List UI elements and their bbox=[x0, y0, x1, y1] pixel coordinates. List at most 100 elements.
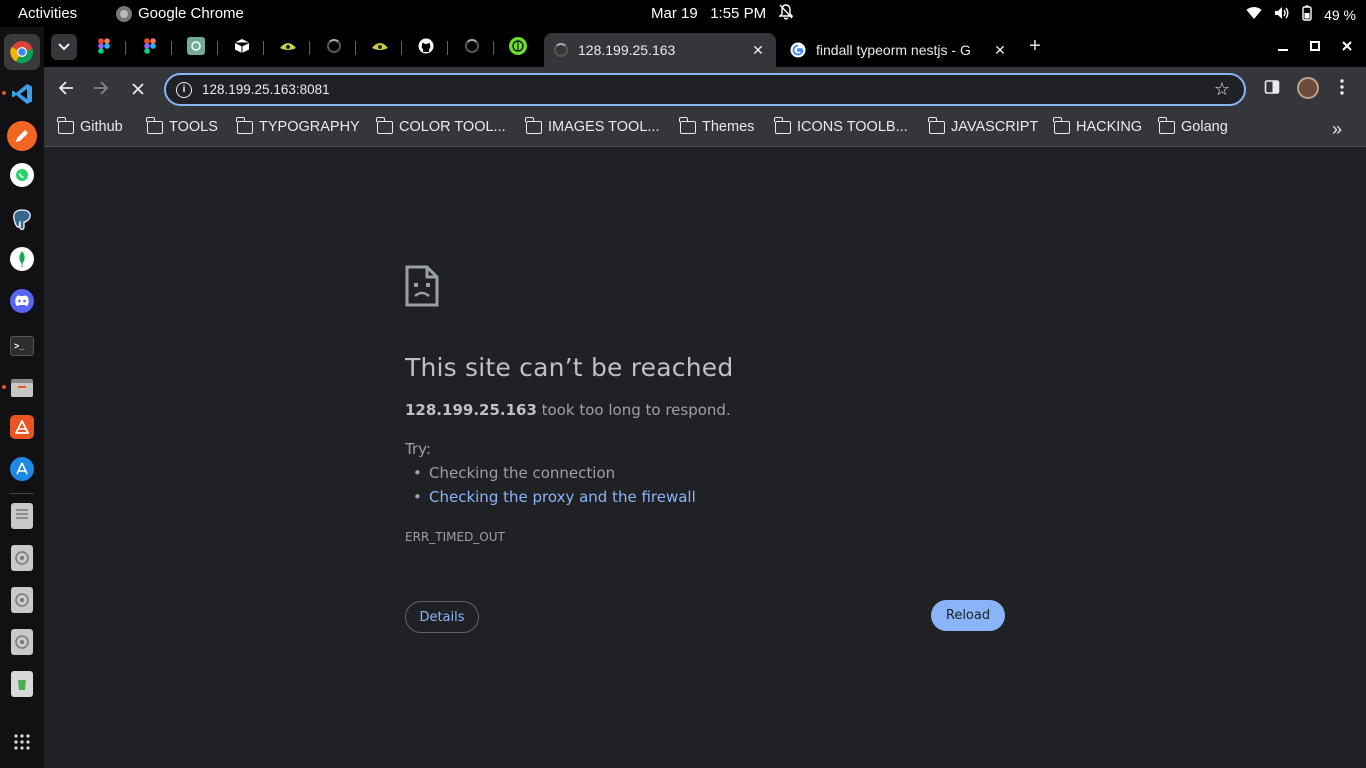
loading-spinner-icon[interactable] bbox=[325, 37, 343, 55]
side-panel-icon[interactable] bbox=[1264, 79, 1280, 100]
bookmark-folder[interactable]: Themes bbox=[679, 116, 755, 135]
back-button[interactable] bbox=[54, 78, 78, 102]
github-icon[interactable] bbox=[417, 37, 435, 55]
tab-active[interactable]: 128.199.25.163 ✕ bbox=[544, 33, 776, 67]
site-info-icon[interactable]: i bbox=[176, 82, 192, 98]
folder-icon bbox=[146, 116, 163, 134]
browser-window: 128.199.25.163 ✕ findall typeorm nestjs … bbox=[44, 27, 1366, 768]
battery-icon bbox=[1302, 5, 1312, 24]
activities-button[interactable]: Activities bbox=[18, 5, 77, 22]
tab-google-search[interactable]: findall typeorm nestjs - G ✕ bbox=[780, 33, 1018, 67]
dock-separator bbox=[10, 493, 34, 494]
minimize-icon[interactable] bbox=[1273, 38, 1293, 54]
bookmark-folder[interactable]: TYPOGRAPHY bbox=[236, 116, 360, 135]
tab-separator bbox=[263, 41, 264, 55]
bookmark-label: HACKING bbox=[1076, 119, 1143, 135]
app-name-label: Google Chrome bbox=[138, 5, 244, 22]
software-center-icon[interactable] bbox=[10, 415, 34, 439]
details-button[interactable]: Details bbox=[405, 601, 479, 633]
disc-icon[interactable] bbox=[11, 545, 33, 571]
bookmark-folder[interactable]: Golang bbox=[1158, 116, 1228, 135]
postgres-icon[interactable] bbox=[7, 205, 37, 235]
mongodb-icon[interactable] bbox=[10, 247, 34, 271]
bookmarks-bar: Github TOOLS TYPOGRAPHY COLOR TOOL... IM… bbox=[44, 113, 1366, 147]
menu-kebab-icon[interactable] bbox=[1340, 79, 1344, 100]
forward-button[interactable] bbox=[89, 78, 113, 102]
dock: >_ bbox=[0, 27, 44, 768]
tab-strip: 128.199.25.163 ✕ findall typeorm nestjs … bbox=[44, 27, 1366, 67]
eye-logo-icon[interactable] bbox=[371, 37, 389, 55]
files-icon[interactable] bbox=[7, 373, 37, 403]
browser-toolbar: i 128.199.25.163:8081 ☆ bbox=[44, 67, 1366, 113]
url-host: 128.199.25.163 bbox=[202, 82, 296, 97]
disc-icon[interactable] bbox=[11, 587, 33, 613]
bookmark-label: JAVASCRIPT bbox=[951, 119, 1039, 135]
folder-icon bbox=[928, 116, 945, 134]
running-indicator bbox=[2, 385, 6, 389]
bookmark-label: COLOR TOOL... bbox=[399, 119, 506, 135]
box-icon[interactable] bbox=[233, 37, 251, 55]
close-icon[interactable]: ✕ bbox=[990, 42, 1010, 59]
time-label: 1:55 PM bbox=[710, 5, 767, 22]
error-page: This site can’t be reached 128.199.25.16… bbox=[44, 148, 1366, 768]
pencil-app-icon[interactable] bbox=[7, 121, 37, 151]
system-top-bar: Activities Google Chrome Mar 19 1:55 PM … bbox=[0, 0, 1366, 27]
figma-icon[interactable] bbox=[95, 37, 113, 55]
app-store-icon[interactable] bbox=[10, 457, 34, 481]
terminal-icon[interactable]: >_ bbox=[10, 336, 34, 356]
bookmark-label: TYPOGRAPHY bbox=[259, 119, 360, 135]
bell-icon[interactable] bbox=[778, 4, 794, 23]
stop-loading-button[interactable] bbox=[126, 78, 150, 102]
bookmark-folder[interactable]: Github bbox=[57, 116, 123, 135]
system-tray[interactable]: 49 % bbox=[1246, 5, 1356, 24]
close-window-icon[interactable] bbox=[1337, 38, 1357, 54]
bookmark-label: IMAGES TOOL... bbox=[548, 119, 660, 135]
discord-icon[interactable] bbox=[10, 289, 34, 313]
tab-separator bbox=[125, 41, 126, 55]
battery-percent: 49 % bbox=[1324, 6, 1356, 23]
figma-icon[interactable] bbox=[141, 37, 159, 55]
chevron-double-right-icon[interactable]: » bbox=[1332, 119, 1342, 140]
tab-separator bbox=[217, 41, 218, 55]
maximize-icon[interactable] bbox=[1305, 38, 1325, 54]
trash-icon[interactable] bbox=[11, 671, 33, 697]
bookmark-folder[interactable]: ICONS TOOLB... bbox=[774, 116, 908, 135]
suggestion-check-proxy-firewall-link[interactable]: Checking the proxy and the firewall bbox=[413, 488, 696, 506]
bookmark-folder[interactable]: TOOLS bbox=[146, 116, 218, 135]
sad-document-icon bbox=[405, 265, 439, 307]
clock[interactable]: Mar 19 1:55 PM bbox=[651, 5, 766, 22]
bookmark-folder[interactable]: IMAGES TOOL... bbox=[525, 116, 660, 135]
folder-icon bbox=[774, 116, 791, 134]
address-bar[interactable]: i 128.199.25.163:8081 ☆ bbox=[164, 73, 1246, 106]
disc-icon[interactable] bbox=[11, 629, 33, 655]
error-title: This site can’t be reached bbox=[405, 353, 734, 382]
eye-logo-icon[interactable] bbox=[279, 37, 297, 55]
chatgpt-icon[interactable] bbox=[187, 37, 205, 55]
address-url[interactable]: 128.199.25.163:8081 bbox=[202, 82, 330, 97]
bookmark-star-icon[interactable]: ☆ bbox=[1214, 79, 1230, 100]
profile-avatar[interactable] bbox=[1297, 77, 1319, 99]
drive-icon[interactable] bbox=[11, 503, 33, 529]
tab-separator bbox=[355, 41, 356, 55]
globe-green-icon[interactable] bbox=[509, 37, 527, 55]
close-icon[interactable]: ✕ bbox=[748, 42, 768, 59]
show-apps-icon[interactable] bbox=[7, 727, 37, 757]
tab-search-button[interactable] bbox=[51, 34, 77, 60]
bookmark-label: ICONS TOOLB... bbox=[797, 119, 908, 135]
chrome-icon[interactable] bbox=[4, 34, 40, 70]
new-tab-button[interactable]: + bbox=[1022, 33, 1048, 59]
bookmark-folder[interactable]: COLOR TOOL... bbox=[376, 116, 506, 135]
app-menu[interactable]: Google Chrome bbox=[116, 5, 244, 22]
bookmark-folder[interactable]: JAVASCRIPT bbox=[928, 116, 1039, 135]
loading-spinner-icon[interactable] bbox=[463, 37, 481, 55]
chrome-icon bbox=[116, 5, 132, 22]
bookmark-folder[interactable]: HACKING bbox=[1053, 116, 1143, 135]
bookmark-label: Themes bbox=[702, 119, 755, 135]
tab-separator bbox=[401, 41, 402, 55]
vscode-icon[interactable] bbox=[7, 79, 37, 109]
tab-title: 128.199.25.163 bbox=[578, 42, 676, 58]
folder-icon bbox=[525, 116, 542, 134]
whatsapp-icon[interactable] bbox=[10, 163, 34, 187]
reload-button[interactable]: Reload bbox=[931, 600, 1005, 631]
folder-icon bbox=[236, 116, 253, 134]
